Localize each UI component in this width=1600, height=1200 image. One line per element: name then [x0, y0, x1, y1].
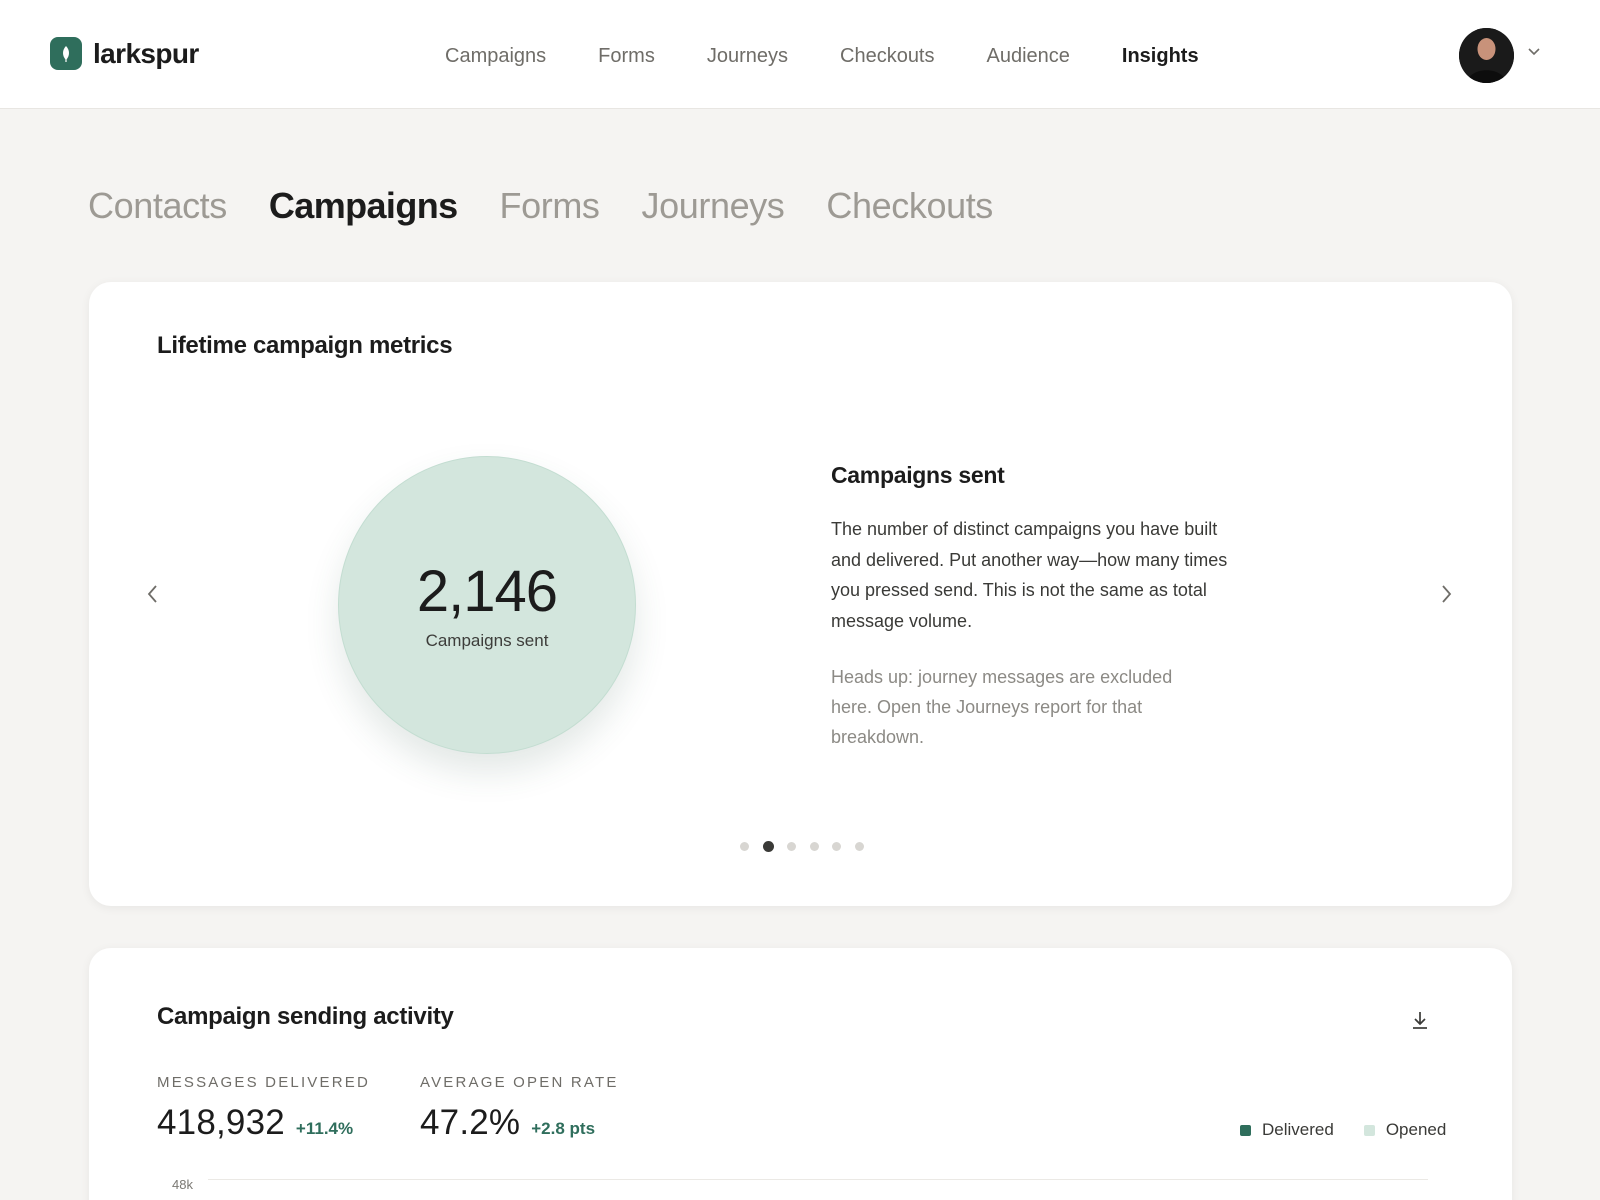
carousel-dot[interactable]: [762, 841, 774, 852]
stat-messages-delivered: MESSAGES DELIVERED 418,932 +11.4%: [157, 1074, 370, 1143]
user-avatar[interactable]: [1459, 28, 1514, 83]
top-navigation-bar: larkspur Campaigns Forms Journeys Checko…: [0, 0, 1600, 109]
chevron-right-icon: [1442, 585, 1452, 603]
metric-description: The number of distinct campaigns you hav…: [831, 519, 1228, 631]
stat-delta: +11.4%: [295, 1119, 354, 1138]
tab-contacts[interactable]: Contacts: [88, 184, 227, 228]
legend-item-delivered[interactable]: Delivered: [1240, 1120, 1334, 1140]
stat-value: 418,932: [157, 1103, 285, 1142]
metric-note: Heads up: journey messages are excluded …: [831, 667, 1173, 747]
metric-label: Campaigns sent: [425, 631, 549, 650]
stat-label: AVERAGE OPEN RATE: [420, 1074, 619, 1091]
chart-gridline: [208, 1179, 1428, 1180]
nav-item-checkouts[interactable]: Checkouts: [840, 42, 935, 70]
tab-campaigns[interactable]: Campaigns: [269, 184, 458, 228]
legend-swatch: [1363, 1124, 1375, 1136]
y-axis-tick-label: 48k: [172, 1177, 193, 1192]
download-button[interactable]: [1408, 1008, 1432, 1032]
nav-item-insights[interactable]: Insights: [1122, 42, 1199, 70]
metric-value: 2,146: [416, 559, 558, 624]
main-navigation: Campaigns Forms Journeys Checkouts Audie…: [445, 42, 1251, 70]
brand-name: larkspur: [93, 37, 199, 69]
lifetime-metrics-card: Lifetime campaign metrics 2,146 Campaign…: [89, 282, 1512, 906]
carousel-pagination: [740, 841, 877, 852]
tab-checkouts[interactable]: Checkouts: [826, 184, 993, 228]
legend-label: Delivered: [1262, 1120, 1334, 1139]
chevron-left-icon: [147, 585, 157, 603]
nav-item-audience[interactable]: Audience: [987, 42, 1070, 70]
card-title: Lifetime campaign metrics: [157, 332, 453, 359]
carousel-dot[interactable]: [809, 842, 819, 851]
carousel-next-button[interactable]: [1432, 580, 1460, 608]
metric-heading: Campaigns sent: [831, 462, 1005, 488]
sending-activity-card: Campaign sending activity MESSAGES DELIV…: [89, 948, 1512, 1200]
stat-delta: +2.8 pts: [531, 1119, 596, 1138]
nav-item-campaigns[interactable]: Campaigns: [445, 42, 546, 70]
nav-item-journeys[interactable]: Journeys: [707, 42, 788, 70]
carousel-dot[interactable]: [787, 842, 796, 851]
carousel-dot[interactable]: [740, 842, 749, 851]
stat-value: 47.2%: [420, 1103, 521, 1142]
carousel-prev-button[interactable]: [139, 580, 167, 608]
download-icon: [1413, 1012, 1427, 1029]
chevron-down-icon[interactable]: [1527, 45, 1541, 59]
chart-legend: Delivered Opened: [1240, 1120, 1446, 1140]
legend-swatch: [1240, 1124, 1251, 1136]
section-tabs: Contacts Campaigns Forms Journeys Checko…: [88, 184, 1035, 228]
legend-label: Opened: [1385, 1120, 1447, 1139]
carousel-dot[interactable]: [832, 842, 841, 851]
metric-bubble: 2,146 Campaigns sent: [338, 456, 636, 754]
brand-logo[interactable]: larkspur: [50, 37, 199, 70]
nav-item-forms[interactable]: Forms: [598, 42, 655, 70]
tab-forms[interactable]: Forms: [500, 184, 600, 228]
stat-average-open-rate: AVERAGE OPEN RATE 47.2% +2.8 pts: [420, 1074, 619, 1143]
card-title: Campaign sending activity: [157, 1003, 454, 1030]
legend-item-opened[interactable]: Opened: [1363, 1120, 1447, 1140]
leaf-icon: [50, 37, 82, 70]
carousel-dot[interactable]: [854, 842, 864, 851]
tab-journeys[interactable]: Journeys: [642, 184, 785, 228]
stat-label: MESSAGES DELIVERED: [157, 1074, 370, 1091]
